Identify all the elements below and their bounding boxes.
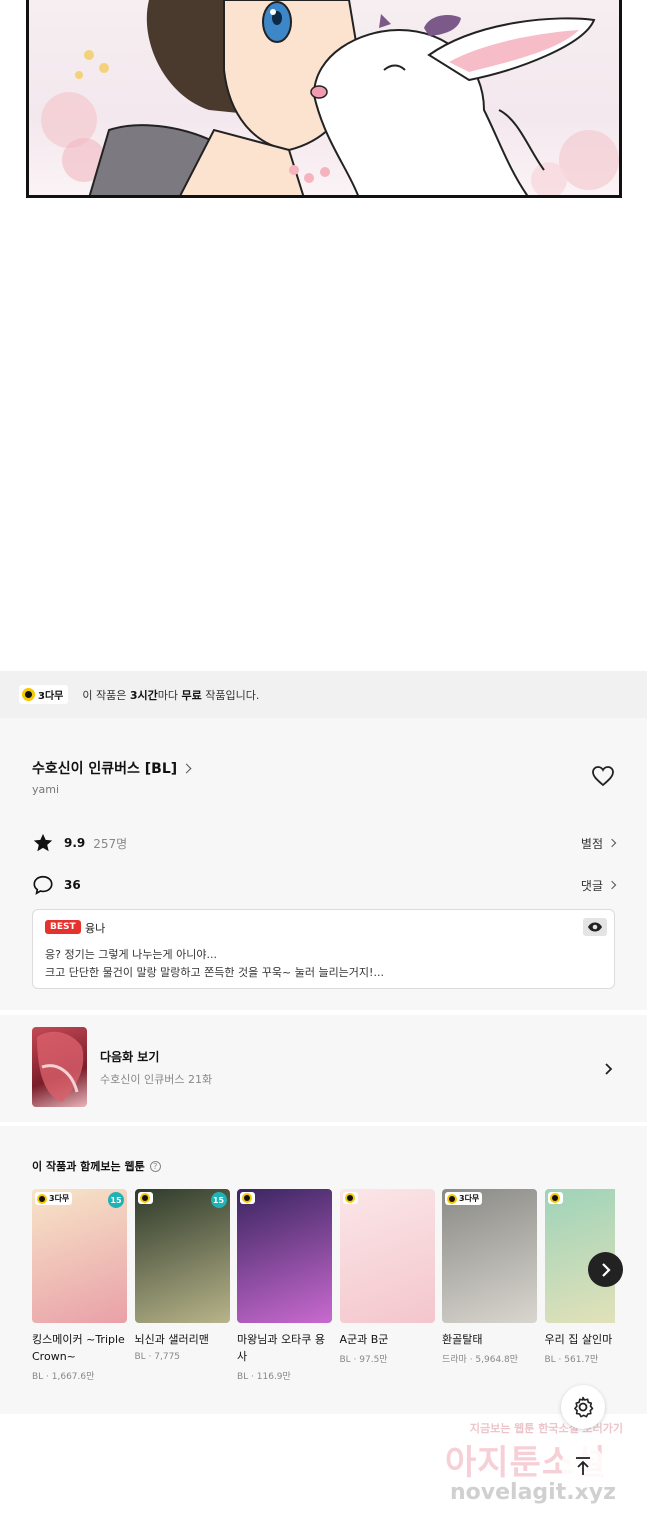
arrow-up-icon [576,1457,590,1475]
comment-link[interactable]: 댓글 [580,877,617,894]
rating-score: 9.9 [64,836,86,850]
free-wait-badge [240,1192,255,1204]
3damu-badge: 3다무 [19,685,69,704]
recommendation-heading-text: 이 작품과 함께보는 웹툰 [32,1160,145,1173]
gear-icon [574,1396,594,1418]
clock-icon [242,1193,252,1203]
chevron-right-icon [607,838,617,848]
clock-icon [447,1193,457,1204]
recommendation-title: 마왕님과 오타쿠 용사 [237,1333,325,1363]
recommendation-title: 환골탈태 [442,1333,483,1346]
next-episode-art [37,1031,84,1102]
comment-count: 36 [64,878,81,892]
comment-icon [33,875,53,895]
series-title: 수호신이 인큐버스 [BL] [32,761,178,777]
rating-link[interactable]: 별점 [580,835,617,852]
recommendation-title: 뇌신과 샐러리맨 [134,1333,209,1346]
recommendation-title: A군과 B군 [339,1333,389,1346]
age-rating-badge: 15 [210,1192,227,1208]
free-wait-badge [137,1192,153,1204]
comic-panel-image [26,0,622,198]
recommendation-meta: BL · 116.9만 [237,1372,291,1382]
recommendation-thumbnail [237,1189,332,1323]
free-text-free: 무료 [181,688,202,702]
help-icon[interactable]: ? [149,1160,161,1172]
best-comment-line-2: 크고 단단한 물건이 말랑 말랑하고 쫀득한 것을 꾸욱~ 눌러 늘리는거지!.… [45,966,384,979]
recommendation-section: 이 작품과 함께보는 웹툰 ? 3다무 15 킹스메이커 ~Triple Crown… [0,1126,647,1414]
clock-icon [549,1193,560,1203]
recommendation-meta: 드라마 · 5,964.8만 [442,1355,519,1365]
comic-illustration [41,0,619,195]
recommendation-card[interactable]: 15 뇌신과 샐러리맨 BL · 7,775 [134,1189,230,1362]
next-episode-card[interactable]: 다음화 보기 수호신이 인큐버스 21화 [0,1015,647,1122]
clock-icon [139,1193,150,1203]
free-wait-badge-label: 3다무 [459,1194,480,1203]
free-wait-badge [547,1192,563,1204]
recommendation-title: 킹스메이커 ~Triple Crown~ [32,1333,125,1363]
next-episode-thumbnail [32,1027,87,1107]
free-wait-badge: 3다무 [35,1192,73,1205]
3damu-badge-label: 3다무 [38,691,64,702]
reveal-spoiler-button[interactable] [583,918,607,936]
recommendation-heading: 이 작품과 함께보는 웹툰 ? [32,1158,161,1174]
clock-icon [22,688,35,701]
series-author: yami [32,783,60,796]
recommendation-carousel[interactable]: 3다무 15 킹스메이커 ~Triple Crown~ BL · 1,667.6만 15… [32,1189,615,1399]
rating-count: 257명 [93,836,128,851]
recommendation-title: 우리 집 살인마 [544,1333,613,1346]
settings-button[interactable] [561,1385,605,1429]
scroll-top-button[interactable] [561,1444,605,1488]
free-text-mid: 마다 [157,688,182,702]
free-text-suffix: 작품입니다. [201,688,260,702]
recommendation-card[interactable]: 마왕님과 오타쿠 용사 BL · 116.9만 [237,1189,332,1382]
eye-icon [588,922,602,932]
best-comment[interactable]: BEST 융나 응? 정기는 그렇게 나누는게 아니야... 크고 단단한 물건… [32,909,615,989]
next-episode-subtitle: 수호신이 인큐버스 21화 [100,1073,213,1086]
recommendation-meta: BL · 561.7만 [544,1355,599,1365]
free-text-prefix: 이 작품은 [82,688,130,702]
next-episode-label: 다음화 보기 [100,1050,160,1064]
free-wait-badge: 3다무 [445,1192,483,1205]
comment-link-label: 댓글 [580,878,603,893]
chevron-right-icon [601,1262,611,1277]
series-info-section: 수호신이 인큐버스 [BL] yami 9.9 257명 별점 36 댓글 BE… [0,718,647,1010]
recommendation-card[interactable]: 3다무 15 킹스메이커 ~Triple Crown~ BL · 1,667.6만 [32,1189,127,1382]
recommendation-meta: BL · 1,667.6만 [32,1372,95,1382]
best-comment-line-1: 응? 정기는 그렇게 나누는게 아니야... [45,948,217,961]
clock-icon [344,1193,355,1203]
carousel-next-button[interactable] [588,1252,623,1287]
clock-icon [37,1193,47,1204]
free-wait-badge-label: 3다무 [49,1194,70,1203]
star-icon [33,833,53,852]
rating-row: 9.9 257명 별점 [32,832,617,854]
series-title-link[interactable]: 수호신이 인큐버스 [BL] [32,758,192,778]
watermark-tagline: 지금보는 웹툰 한국소설 보러가기 [469,1422,623,1435]
chevron-right-icon [607,880,617,890]
recommendation-thumbnail: 15 [134,1189,230,1323]
rating-link-label: 별점 [580,836,603,851]
free-banner-text: 이 작품은 3시간마다 무료 작품입니다. [82,687,259,703]
recommendation-thumbnail: 3다무 [442,1189,537,1323]
comment-row: 36 댓글 [32,874,617,896]
heart-icon[interactable] [591,765,615,787]
free-wait-badge [342,1192,358,1204]
free-text-interval: 3시간 [129,688,158,702]
best-comment-user: 융나 [85,922,106,935]
recommendation-meta: BL · 97.5만 [339,1355,388,1365]
chevron-right-icon [181,763,192,773]
recommendation-meta: BL · 7,775 [134,1352,181,1362]
viewer-page: 3다무 이 작품은 3시간마다 무료 작품입니다. 수호신이 인큐버스 [BL]… [0,0,647,1529]
free-schedule-banner: 3다무 이 작품은 3시간마다 무료 작품입니다. [0,671,647,718]
chevron-right-icon [605,1063,613,1075]
recommendation-card[interactable]: 3다무환골탈태드라마 · 5,964.8만 [442,1189,537,1365]
age-rating-badge: 15 [108,1192,124,1208]
best-badge: BEST [45,920,81,934]
recommendation-card[interactable]: A군과 B군 BL · 97.5만 [339,1189,435,1365]
recommendation-thumbnail [339,1189,435,1323]
recommendation-thumbnail: 3다무 15 [32,1189,127,1323]
